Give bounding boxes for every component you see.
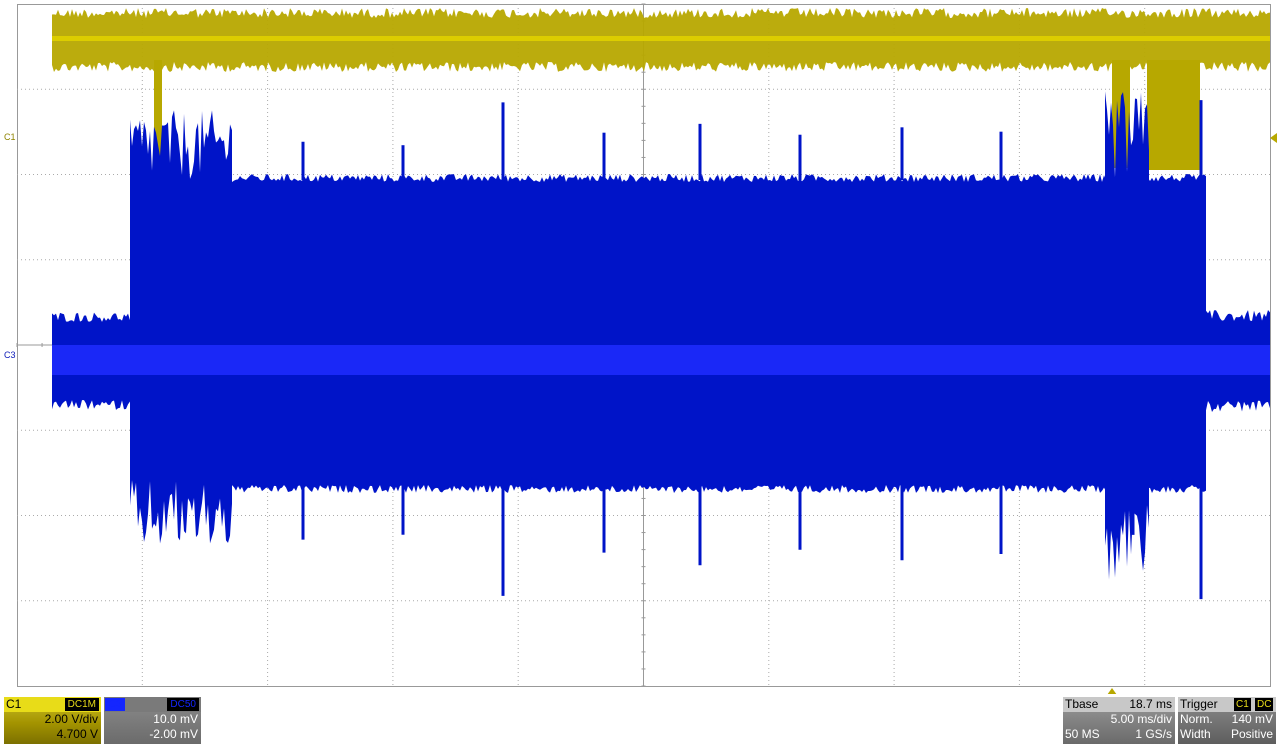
c3-descriptor-box[interactable]: C3 DC50 10.0 mV -2.00 mV	[104, 697, 201, 744]
trigger-level-marker[interactable]	[1270, 133, 1277, 143]
c3-trace-core	[52, 345, 1270, 375]
oscilloscope-display[interactable]: C1 C3	[0, 0, 1280, 695]
timebase-scale: 5.00 ms/div	[1110, 712, 1172, 726]
c1-trace-core	[52, 36, 1270, 41]
c3-coupling-badge: DC50	[167, 698, 199, 711]
c3-active-body	[232, 174, 1206, 493]
c1-label: C1	[6, 697, 22, 711]
c1-descriptor-box[interactable]: C1 DC1M 2.00 V/div 4.700 V	[4, 697, 101, 744]
c1-offset-marker[interactable]: C1	[4, 133, 16, 142]
c3-scale: 10.0 mV	[153, 712, 198, 726]
c1-pulse	[1147, 60, 1200, 170]
timebase-label: Tbase	[1065, 697, 1099, 711]
timebase-record-length: 50 MS	[1065, 727, 1100, 741]
c3-burst-start	[130, 110, 232, 544]
trigger-label: Trigger	[1180, 697, 1218, 711]
trigger-slope: Positive	[1230, 727, 1273, 741]
c3-label: C3	[105, 698, 125, 711]
status-bar: C1 DC1M 2.00 V/div 4.700 V C3 DC50 10.0 …	[0, 694, 1280, 747]
trigger-mode: Norm.	[1180, 712, 1213, 726]
c3-offset: -2.00 mV	[149, 727, 198, 741]
trigger-type: Width	[1180, 727, 1211, 741]
waveform-grid[interactable]	[0, 0, 1280, 694]
c1-offset: 4.700 V	[56, 727, 98, 741]
trigger-coupling-badge: DC	[1255, 698, 1274, 711]
c1-scale: 2.00 V/div	[44, 712, 98, 726]
c1-coupling-badge: DC1M	[64, 698, 99, 711]
c3-waveform	[52, 91, 1270, 600]
trigger-source-badge: C1	[1234, 698, 1251, 711]
trigger-descriptor-box[interactable]: Trigger C1 DC Norm. 140 mV Width Positiv…	[1178, 697, 1276, 744]
c3-offset-marker[interactable]: C3	[4, 351, 16, 360]
trigger-level: 140 mV	[1231, 712, 1273, 726]
timebase-sample-rate: 1 GS/s	[1135, 727, 1172, 741]
timebase-delay: 18.7 ms	[1129, 697, 1172, 711]
timebase-descriptor-box[interactable]: Tbase 18.7 ms 5.00 ms/div 50 MS 1 GS/s	[1063, 697, 1175, 744]
